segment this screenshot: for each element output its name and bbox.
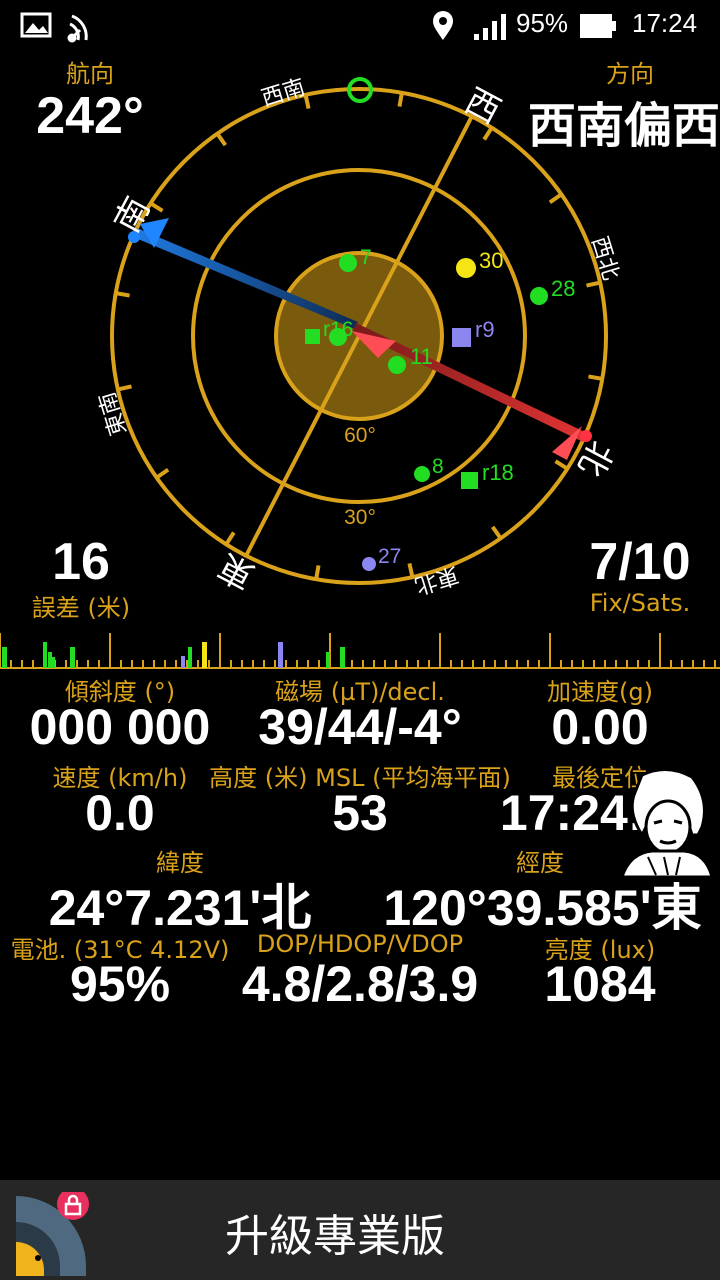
altitude-value: 53 xyxy=(332,785,388,841)
battery-icon xyxy=(580,14,616,38)
upgrade-pro-button[interactable]: 升級專業版 xyxy=(225,1200,445,1264)
error-value: 16 xyxy=(52,533,110,591)
magnetic-value: 39/44/-4° xyxy=(258,699,462,755)
status-bar: 95% 17:24 xyxy=(0,0,720,52)
satellite-8[interactable]: 8 xyxy=(414,455,444,482)
signal-bars xyxy=(2,642,345,668)
svg-text:28: 28 xyxy=(551,276,575,301)
svg-text:r9: r9 xyxy=(475,317,495,342)
nfc-icon xyxy=(67,14,88,43)
northwest-label: 西北 xyxy=(586,234,623,283)
fix-value: 7/10 xyxy=(589,533,691,591)
error-label: 誤差 (米) xyxy=(31,594,131,622)
fix-label: Fix/Sats. xyxy=(589,589,691,617)
tilt-value: 000 000 xyxy=(29,699,211,755)
southwest-label: 西南 xyxy=(259,75,308,112)
signal-icon xyxy=(474,14,506,40)
status-icons xyxy=(20,11,616,43)
location-pin-icon xyxy=(433,11,453,40)
svg-text:30: 30 xyxy=(479,248,503,273)
satellite-7[interactable]: 7 xyxy=(339,246,372,272)
speed-value: 0.0 xyxy=(85,785,155,841)
northeast-label: 東北 xyxy=(412,561,461,598)
north-label: 北 xyxy=(569,434,620,483)
signal-strength-histogram xyxy=(0,633,720,669)
direction-label: 方向 xyxy=(606,60,654,88)
svg-text:11: 11 xyxy=(410,344,433,369)
svg-text:r16: r16 xyxy=(323,318,353,341)
face-sticker-image xyxy=(619,768,712,879)
satellite-28[interactable]: 28 xyxy=(530,276,575,305)
satellite-r9[interactable]: r9 xyxy=(452,317,495,347)
satellite-30[interactable]: 30 xyxy=(456,248,503,278)
brightness-value: 1084 xyxy=(544,956,656,1012)
clock: 17:24 xyxy=(632,8,698,38)
svg-text:r18: r18 xyxy=(482,460,514,485)
image-icon xyxy=(20,12,52,38)
satellite-r18[interactable]: r18 xyxy=(461,460,514,489)
app-logo-icon[interactable] xyxy=(10,1192,94,1278)
elevation-label-60: 60° xyxy=(344,424,376,447)
svg-text:27: 27 xyxy=(378,545,401,568)
heading-label: 航向 xyxy=(66,60,114,88)
battery-percent: 95% xyxy=(516,8,569,38)
heading-value: 242° xyxy=(36,87,144,145)
southeast-label: 東南 xyxy=(95,389,132,438)
battery-value: 95% xyxy=(69,956,171,1012)
accel-value: 0.00 xyxy=(551,699,649,755)
dop-label: DOP/HDOP/VDOP xyxy=(256,930,464,958)
direction-value: 西南偏西 xyxy=(528,98,720,154)
svg-text:8: 8 xyxy=(432,455,444,478)
satellite-27[interactable]: 27 xyxy=(362,545,401,571)
east-label: 東 xyxy=(212,545,261,596)
dop-value: 4.8/2.8/3.9 xyxy=(241,956,479,1012)
svg-text:7: 7 xyxy=(360,246,372,269)
elevation-label-30: 30° xyxy=(344,506,376,529)
